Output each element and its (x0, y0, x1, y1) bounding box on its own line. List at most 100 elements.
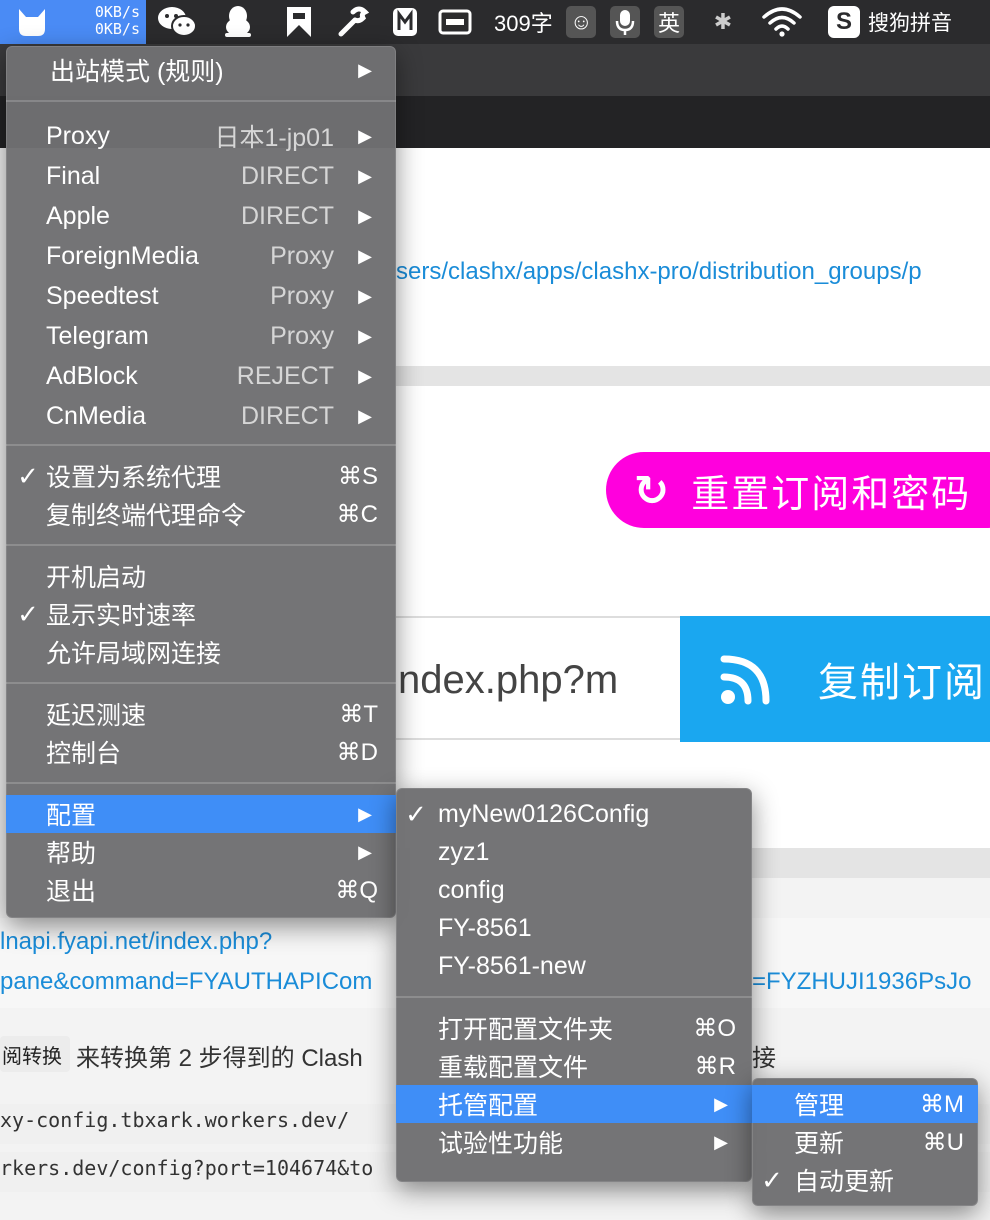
proxy-group-name: Telegram (46, 321, 149, 350)
menu-item-proxy-group[interactable]: Telegram Proxy ▶ (6, 317, 396, 355)
menu-item-launch-at-login[interactable]: 开机启动 (6, 557, 396, 595)
menu-item-proxy-group[interactable]: AdBlock REJECT ▶ (6, 357, 396, 395)
sogou-ime-status-item[interactable]: S 搜狗拼音 (828, 0, 952, 44)
convert-instructions: 来转换第 2 步得到的 Clash (76, 1045, 363, 1072)
proxy-group-selection: Proxy (270, 321, 334, 350)
menu-item-show-speed[interactable]: ✓ 显示实时速率 (6, 595, 396, 633)
menu-item-set-system-proxy[interactable]: ✓ 设置为系统代理 ⌘S (6, 457, 396, 495)
menu-item-config-profile[interactable]: ✓ myNew0126Config (396, 795, 752, 833)
emoji-status-item[interactable]: ☺ (566, 0, 597, 44)
menu-item-experimental[interactable]: 试验性功能 ▶ (396, 1123, 752, 1161)
proxy-group-name: Proxy (46, 121, 110, 150)
window-manager-icon (438, 9, 472, 35)
menu-item-config-profile[interactable]: config (396, 871, 752, 909)
proxy-group-selection: DIRECT (240, 201, 334, 230)
wechat-icon (158, 7, 197, 37)
clashx-speed-readout: 0KB/s 0KB/s (95, 4, 140, 38)
menu-item-proxy-group[interactable]: Apple DIRECT ▶ (6, 197, 396, 235)
menu-separator (6, 544, 396, 546)
set-system-proxy-label: 设置为系统代理 (46, 464, 222, 492)
menu-item-open-config-folder[interactable]: 打开配置文件夹 ⌘O (396, 1009, 752, 1047)
menu-item-config-profile[interactable]: FY-8561-new (396, 947, 752, 985)
convert-tag: 阅转换 (0, 1036, 70, 1072)
page-divider-2 (752, 848, 990, 878)
menu-item-proxy-group[interactable]: CnMedia DIRECT ▶ (6, 397, 396, 435)
help-label: 帮助 (46, 840, 97, 868)
managed-config-submenu: 管理 ⌘M 更新 ⌘U ✓ 自动更新 (752, 1078, 978, 1206)
dictation-status-item[interactable] (610, 0, 640, 44)
page-divider (396, 366, 990, 386)
macos-menubar: 0KB/s 0KB/s 309字 ☺ 英 ✱ S 搜狗拼音 (0, 0, 990, 44)
qq-penguin-icon (225, 6, 251, 37)
wrench-icon (338, 6, 369, 37)
menu-item-allow-lan[interactable]: 允许局域网连接 (6, 633, 396, 671)
latency-test-label: 延迟测速 (46, 702, 147, 730)
menu-item-config[interactable]: 配置 ▶ (6, 795, 396, 833)
outbound-mode-label: 出站模式 (规则) (50, 58, 224, 86)
submenu-arrow-icon: ▶ (358, 285, 372, 306)
clashx-status-item[interactable]: 0KB/s 0KB/s (0, 0, 146, 44)
window-manager-status-item[interactable] (438, 0, 472, 44)
api-link-line2-tail[interactable]: =FYZHUJI1936PsJo (752, 968, 971, 996)
menu-item-proxy-group[interactable]: Final DIRECT ▶ (6, 157, 396, 195)
config-profile-name: config (438, 875, 505, 904)
submenu-arrow-icon: ▶ (358, 841, 372, 862)
console-label: 控制台 (46, 740, 122, 768)
api-link-line1[interactable]: lnapi.fyapi.net/index.php? (0, 928, 272, 956)
menu-item-latency-test[interactable]: 延迟测速 ⌘T (6, 695, 396, 733)
bookmark-app-status-item[interactable] (284, 0, 314, 44)
qq-status-item[interactable] (222, 0, 254, 44)
checkmark-icon: ✓ (17, 598, 39, 629)
open-config-folder-label: 打开配置文件夹 (438, 1016, 614, 1044)
config-profile-name: myNew0126Config (438, 799, 650, 828)
wifi-status-item[interactable] (760, 0, 804, 44)
menu-item-proxy-group[interactable]: Proxy 日本1-jp01 ▶ (6, 117, 396, 155)
proxy-group-selection: Proxy (270, 241, 334, 270)
download-speed: 0KB/s (94, 20, 140, 38)
menu-item-managed-config[interactable]: 托管配置 ▶ (396, 1085, 752, 1123)
api-link-line2[interactable]: pane&command=FYAUTHAPICom (0, 968, 372, 996)
menu-item-config-profile[interactable]: FY-8561 (396, 909, 752, 947)
config-label: 配置 (46, 802, 97, 830)
submenu-arrow-icon: ▶ (358, 205, 372, 226)
download-url-link[interactable]: sers/clashx/apps/clashx-pro/distribution… (396, 258, 922, 286)
submenu-arrow-icon: ▶ (358, 365, 372, 386)
word-count-status-item[interactable]: 309字 (494, 0, 553, 44)
proxy-group-name: AdBlock (46, 361, 138, 390)
code-line-1: xy-config.tbxark.workers.dev/ (0, 1108, 350, 1132)
proxy-group-selection: DIRECT (240, 401, 334, 430)
menu-item-quit[interactable]: 退出 ⌘Q (6, 871, 396, 909)
menu-separator (396, 996, 752, 998)
reset-subscription-button[interactable]: ↻ 重置订阅和密码 (606, 452, 990, 528)
show-speed-label: 显示实时速率 (46, 602, 197, 630)
menu-item-proxy-group[interactable]: Speedtest Proxy ▶ (6, 277, 396, 315)
menu-item-outbound-mode[interactable]: 出站模式 (规则) ▶ (6, 51, 396, 89)
tool-app-status-item[interactable] (336, 0, 370, 44)
wechat-status-item[interactable] (156, 0, 198, 44)
proxy-group-name: Speedtest (46, 281, 159, 310)
quit-label: 退出 (46, 878, 97, 906)
proxy-group-selection: DIRECT (240, 161, 334, 190)
menu-item-proxy-group[interactable]: ForeignMedia Proxy ▶ (6, 237, 396, 275)
menu-item-copy-terminal-cmd[interactable]: 复制终端代理命令 ⌘C (6, 495, 396, 533)
menu-item-console[interactable]: 控制台 ⌘D (6, 733, 396, 771)
menu-item-auto-update[interactable]: ✓ 自动更新 (752, 1161, 978, 1199)
menu-item-manage[interactable]: 管理 ⌘M (752, 1085, 978, 1123)
menu-item-config-profile[interactable]: zyz1 (396, 833, 752, 871)
shortcut-label: ⌘S (337, 462, 378, 490)
proxy-group-name: Apple (46, 201, 110, 230)
proxy-group-selection: Proxy (270, 281, 334, 310)
menu-item-reload-config[interactable]: 重载配置文件 ⌘R (396, 1047, 752, 1085)
bluetooth-icon[interactable]: ✱ (708, 0, 738, 44)
input-language-status-item[interactable]: 英 (654, 0, 685, 44)
reload-config-label: 重载配置文件 (438, 1054, 589, 1082)
menu-item-update[interactable]: 更新 ⌘U (752, 1123, 978, 1161)
copy-terminal-cmd-label: 复制终端代理命令 (46, 502, 247, 530)
microphone-icon (610, 6, 640, 38)
copy-subscription-button[interactable]: 复制订阅 (680, 616, 990, 742)
proxy-group-name: Final (46, 161, 101, 190)
menu-item-help[interactable]: 帮助 ▶ (6, 833, 396, 871)
notes-app-status-item[interactable] (390, 0, 420, 44)
subscription-url-input[interactable]: ndex.php?m (396, 616, 680, 740)
menu-separator (6, 682, 396, 684)
